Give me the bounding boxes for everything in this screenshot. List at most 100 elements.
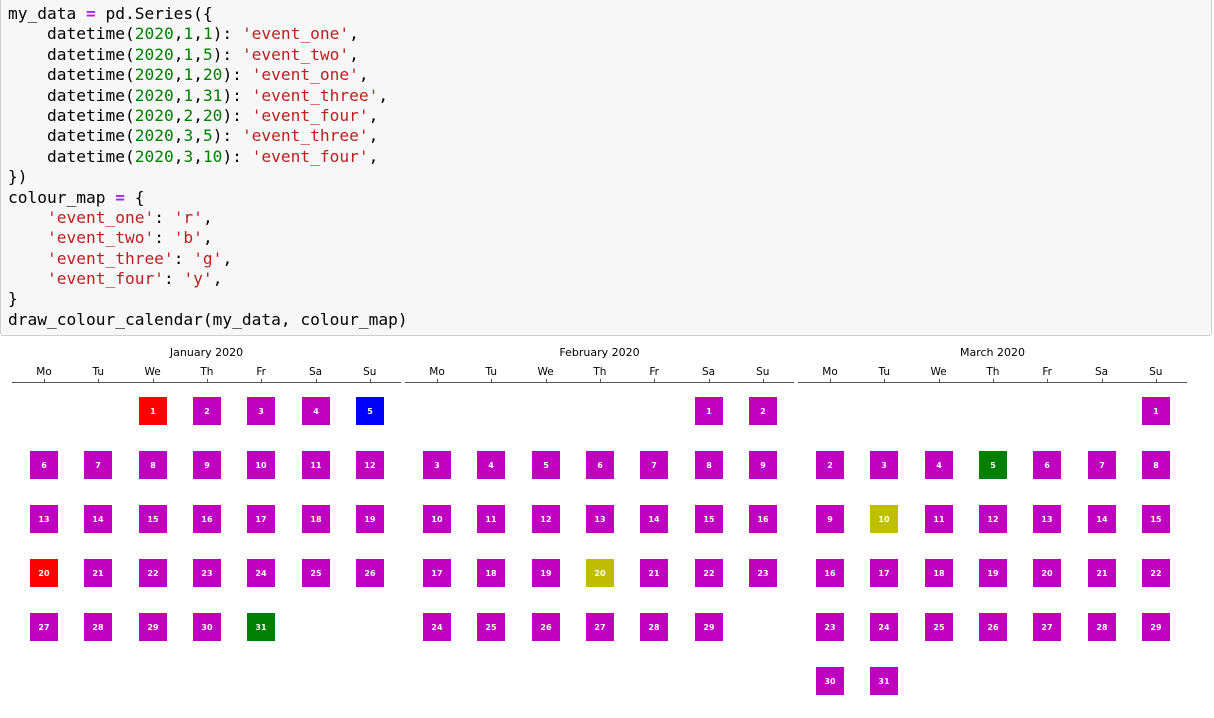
code-token: , <box>193 24 203 44</box>
calendar-day-event: 20 <box>586 559 614 587</box>
code-token: datetime( <box>8 85 135 105</box>
code-token: ): <box>222 105 252 125</box>
calendar-day: 23 <box>816 613 844 641</box>
code-token: , <box>368 105 379 125</box>
weekday-label: Th <box>986 366 1000 378</box>
code-token: = <box>85 4 96 23</box>
calendar-day: 3 <box>423 451 451 479</box>
weekday-tick <box>1156 379 1157 383</box>
calendar-day: 22 <box>1142 559 1170 587</box>
weekday-tick <box>207 379 208 383</box>
code-token: , <box>193 85 203 105</box>
calendar-day: 5 <box>532 451 560 479</box>
code-token: my_data <box>8 4 86 23</box>
code-token: 1 <box>183 24 194 44</box>
code-editor[interactable]: my_data = pd.Series({ datetime(2020,1,1)… <box>8 4 408 330</box>
calendar-day: 20 <box>1033 559 1061 587</box>
code-token: , <box>368 146 379 166</box>
code-token: ): <box>212 24 242 44</box>
calendar-day: 14 <box>1088 505 1116 533</box>
code-line: colour_map = { <box>8 188 408 208</box>
calendar-day: 17 <box>247 505 275 533</box>
code-line: my_data = pd.Series({ <box>8 4 408 24</box>
weekday-label: Sa <box>308 366 323 378</box>
code-token: 'event_four' <box>251 105 369 125</box>
code-token: ): <box>222 85 252 105</box>
calendar-day: 28 <box>84 613 112 641</box>
code-token: ): <box>212 126 242 146</box>
calendar-day: 25 <box>477 613 505 641</box>
calendar-day: 17 <box>870 559 898 587</box>
calendar-day: 3 <box>870 451 898 479</box>
weekday-label: Su <box>756 366 770 378</box>
weekday-tick <box>153 379 154 383</box>
weekday-tick <box>763 379 764 383</box>
code-token: , <box>368 126 379 146</box>
code-token: , <box>193 65 203 85</box>
calendar-day: 8 <box>695 451 723 479</box>
calendar-day-event: 5 <box>979 451 1007 479</box>
calendar-day: 19 <box>532 559 560 587</box>
code-token: datetime( <box>8 126 135 146</box>
calendar-day-event: 5 <box>356 397 384 425</box>
calendar-day: 12 <box>532 505 560 533</box>
code-token: , <box>173 65 184 85</box>
calendar-day-event: 10 <box>870 505 898 533</box>
code-token: datetime( <box>8 105 135 125</box>
weekday-label: Su <box>363 366 377 378</box>
weekday-tick <box>1102 379 1103 383</box>
calendar-day: 4 <box>477 451 505 479</box>
code-token: 'event_two' <box>241 44 350 64</box>
month-title: February 2020 <box>559 346 640 359</box>
calendar-day: 15 <box>139 505 167 533</box>
code-token: 1 <box>183 44 194 64</box>
calendar-day: 25 <box>302 559 330 587</box>
calendar-day: 22 <box>139 559 167 587</box>
calendar-day: 4 <box>302 397 330 425</box>
weekday-label: We <box>930 366 947 378</box>
calendar-day: 9 <box>193 451 221 479</box>
calendar-day: 12 <box>979 505 1007 533</box>
month-title: March 2020 <box>959 346 1026 359</box>
calendar-day: 30 <box>816 667 844 695</box>
calendar-day: 6 <box>30 451 58 479</box>
code-token: , <box>193 126 203 146</box>
code-token: ): <box>212 44 242 64</box>
code-token: 2020 <box>134 105 174 125</box>
calendar-day: 4 <box>925 451 953 479</box>
code-token: , <box>222 248 233 268</box>
code-token: draw_colour_calendar(my_data, colour_map… <box>8 309 408 329</box>
calendar-day: 23 <box>193 559 221 587</box>
calendar-day: 25 <box>925 613 953 641</box>
code-token: 10 <box>202 146 223 166</box>
code-token: 'event_four' <box>251 146 369 166</box>
calendar-day: 10 <box>247 451 275 479</box>
code-cell[interactable]: my_data = pd.Series({ datetime(2020,1,1)… <box>0 0 1212 336</box>
code-line: datetime(2020,1,31): 'event_three', <box>8 86 408 106</box>
code-token: , <box>193 146 203 166</box>
code-token: , <box>173 85 184 105</box>
weekday-tick <box>98 379 99 383</box>
calendar-day: 28 <box>640 613 668 641</box>
code-token: 'event_three' <box>241 126 369 146</box>
weekday-tick <box>709 379 710 383</box>
code-token: , <box>349 44 359 64</box>
code-token: }) <box>8 167 28 187</box>
weekday-tick <box>830 379 831 383</box>
code-token: , <box>378 85 389 105</box>
code-line: } <box>8 289 408 309</box>
weekday-tick <box>316 379 317 383</box>
code-token: 2020 <box>134 24 174 44</box>
code-token: , <box>173 24 184 44</box>
calendar-day: 12 <box>356 451 384 479</box>
code-token: 2020 <box>134 65 174 85</box>
code-line: datetime(2020,3,5): 'event_three', <box>8 126 408 146</box>
code-token: datetime( <box>8 24 135 44</box>
calendar-day: 21 <box>84 559 112 587</box>
calendar-day: 17 <box>423 559 451 587</box>
calendar-day: 19 <box>979 559 1007 587</box>
code-token: , <box>173 44 184 64</box>
calendar-day: 30 <box>193 613 221 641</box>
